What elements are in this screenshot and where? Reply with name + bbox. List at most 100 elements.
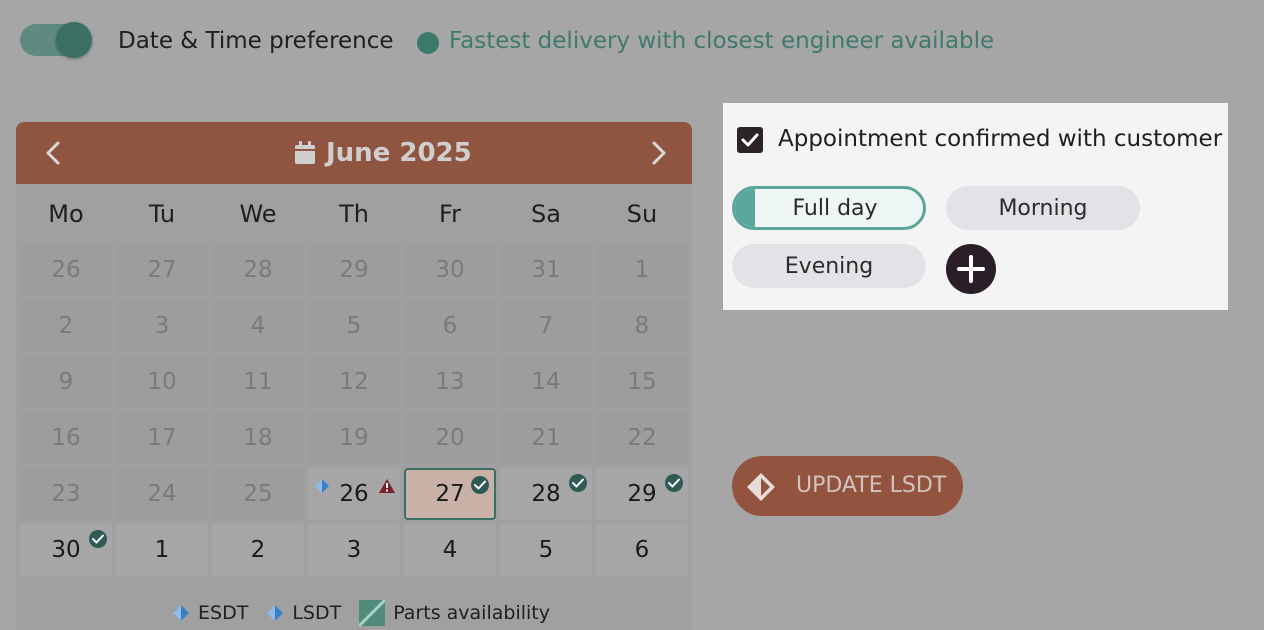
- calendar-day-disabled: 7: [500, 300, 592, 352]
- check-circle-icon: [665, 474, 683, 492]
- slot-evening-button[interactable]: Evening: [732, 244, 926, 288]
- calendar-month-title: June 2025: [294, 136, 472, 170]
- calendar-day-available[interactable]: 5: [500, 524, 592, 576]
- slot-label: Evening: [784, 253, 874, 279]
- update-lsdt-button[interactable]: UPDATE LSDT: [732, 456, 963, 516]
- day-number: 27: [147, 257, 177, 283]
- weekday-header: We: [239, 200, 277, 228]
- day-number: 30: [435, 257, 465, 283]
- calendar-day-disabled: 20: [404, 412, 496, 464]
- calendar-day-available[interactable]: 30: [20, 524, 112, 576]
- calendar-day-available[interactable]: 1: [116, 524, 208, 576]
- day-number: 6: [442, 313, 458, 339]
- slot-label: Morning: [998, 195, 1088, 221]
- date-time-preference-toggle[interactable]: [20, 22, 92, 58]
- calendar-day-available[interactable]: 6: [596, 524, 688, 576]
- day-number: 17: [147, 425, 177, 451]
- day-number: 4: [442, 537, 458, 563]
- fastest-delivery-radio[interactable]: [417, 32, 439, 54]
- weekday-header: Th: [339, 200, 369, 228]
- check-circle-icon: [569, 474, 587, 492]
- weekday-header: Mo: [48, 200, 84, 228]
- calendar-day-disabled: 23: [20, 468, 112, 520]
- lsdt-diamond-icon: [314, 474, 330, 500]
- calendar-day-disabled: 13: [404, 356, 496, 408]
- day-number: 22: [627, 425, 657, 451]
- calendar-day-disabled: 29: [308, 244, 400, 296]
- calendar-day-available[interactable]: 29: [596, 468, 688, 520]
- calendar-day-disabled: 5: [308, 300, 400, 352]
- day-number: 31: [531, 257, 561, 283]
- calendar-day-disabled: 27: [116, 244, 208, 296]
- day-number: 10: [147, 369, 177, 395]
- appointment-confirmed-checkbox[interactable]: [737, 127, 763, 153]
- day-number: 2: [58, 313, 74, 339]
- calendar-day-disabled: 24: [116, 468, 208, 520]
- calendar-day-disabled: 8: [596, 300, 688, 352]
- calendar-day-disabled: 16: [20, 412, 112, 464]
- check-circle-icon: [471, 476, 489, 494]
- day-number: 12: [339, 369, 369, 395]
- selected-indicator: [735, 189, 755, 227]
- day-number: 20: [435, 425, 465, 451]
- calendar-day-available[interactable]: 26: [308, 468, 400, 520]
- check-circle-icon: [89, 530, 107, 548]
- day-number: 7: [538, 313, 554, 339]
- add-slot-button[interactable]: [946, 244, 996, 294]
- calendar-day-available[interactable]: 28: [500, 468, 592, 520]
- month-label: June 2025: [326, 138, 472, 168]
- calendar-day-disabled: 21: [500, 412, 592, 464]
- calendar-day-available[interactable]: 4: [404, 524, 496, 576]
- day-number: 27: [435, 481, 465, 507]
- calendar-day-available[interactable]: 2: [212, 524, 304, 576]
- calendar-header: June 2025: [16, 122, 692, 184]
- calendar-day-disabled: 12: [308, 356, 400, 408]
- day-number: 14: [531, 369, 561, 395]
- weekday-header: Su: [626, 200, 658, 228]
- parts-availability-swatch: [359, 600, 386, 626]
- day-number: 26: [51, 257, 81, 283]
- day-number: 5: [346, 313, 362, 339]
- slot-morning-button[interactable]: Morning: [946, 186, 1140, 230]
- lsdt-diamond-icon: [267, 605, 284, 621]
- day-number: 29: [627, 481, 657, 507]
- calendar-day-disabled: 10: [116, 356, 208, 408]
- day-number: 5: [538, 537, 554, 563]
- calendar-day-disabled: 4: [212, 300, 304, 352]
- calendar-day-disabled: 2: [20, 300, 112, 352]
- calendar-day-available[interactable]: 27: [404, 468, 496, 520]
- calendar-day-disabled: 15: [596, 356, 688, 408]
- calendar-icon: [295, 141, 315, 164]
- calendar-day-disabled: 3: [116, 300, 208, 352]
- day-number: 11: [243, 369, 273, 395]
- weekday-header: Fr: [439, 200, 461, 228]
- day-number: 3: [154, 313, 170, 339]
- day-number: 30: [51, 537, 81, 563]
- day-number: 28: [531, 481, 561, 507]
- day-number: 18: [243, 425, 273, 451]
- lsdt-diamond-icon: [747, 473, 775, 501]
- weekday-header: Tu: [148, 200, 176, 228]
- calendar-day-available[interactable]: 3: [308, 524, 400, 576]
- update-lsdt-label: UPDATE LSDT: [796, 473, 947, 498]
- slot-full-day-button[interactable]: Full day: [732, 186, 926, 230]
- chevron-left-icon[interactable]: [38, 137, 70, 169]
- calendar-day-disabled: 30: [404, 244, 496, 296]
- day-number: 13: [435, 369, 465, 395]
- day-number: 25: [243, 481, 273, 507]
- day-number: 24: [147, 481, 177, 507]
- appointment-confirmed-label[interactable]: Appointment confirmed with customer: [778, 126, 1222, 152]
- day-number: 28: [243, 257, 273, 283]
- day-number: 1: [154, 537, 170, 563]
- calendar-day-disabled: 1: [596, 244, 688, 296]
- day-number: 29: [339, 257, 369, 283]
- warning-icon: [378, 474, 396, 500]
- calendar-legend: ESDT LSDT Parts availability: [172, 600, 568, 626]
- day-number: 26: [339, 481, 369, 507]
- legend-esdt: ESDT: [198, 602, 249, 624]
- fastest-delivery-label[interactable]: Fastest delivery with closest engineer a…: [449, 28, 994, 54]
- plus-icon: [957, 255, 985, 283]
- calendar-day-disabled: 25: [212, 468, 304, 520]
- chevron-right-icon[interactable]: [642, 137, 674, 169]
- calendar-day-disabled: 22: [596, 412, 688, 464]
